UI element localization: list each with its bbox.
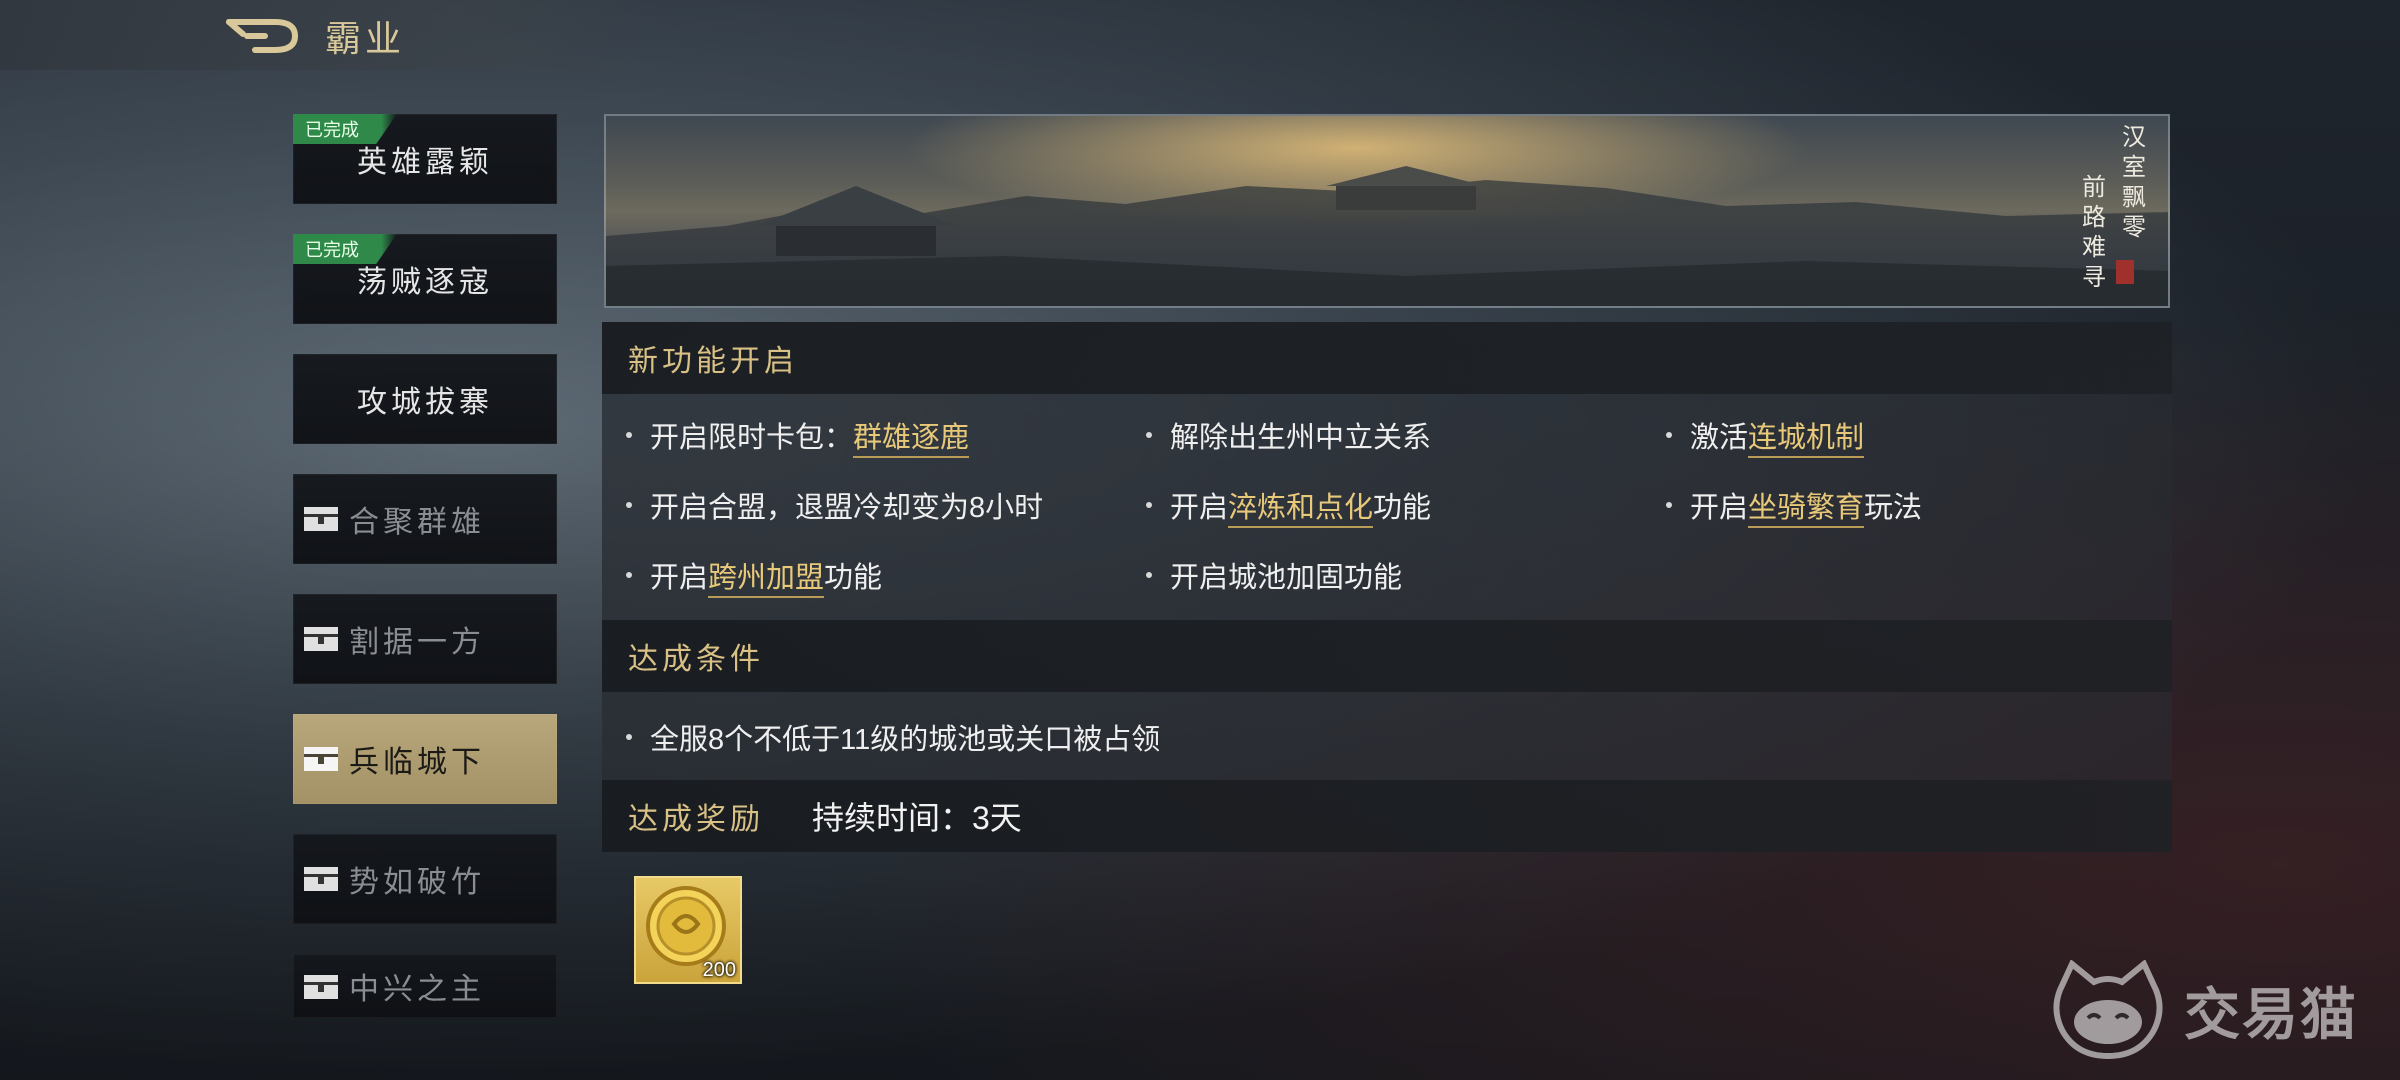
feature-item: 开启城池加固功能 bbox=[1146, 554, 1402, 596]
stage-tab-list: 已完成 英雄露颖 已完成 荡贼逐寇 攻城拔寨 合聚群雄 割据一方 兵临城下 势如… bbox=[293, 114, 557, 1048]
watermark: 交易猫 bbox=[2050, 960, 2358, 1060]
tab-label: 割据一方 bbox=[349, 625, 485, 660]
reward-count: 200 bbox=[702, 959, 736, 981]
feature-item: 开启限时卡包：群雄逐鹿 bbox=[626, 414, 970, 458]
feature-link[interactable]: 淬炼和点化 bbox=[1228, 492, 1374, 528]
features-body: 开启限时卡包：群雄逐鹿 解除出生州中立关系 激活连城机制 开启合盟，退盟冷却变为… bbox=[602, 394, 2172, 620]
feature-link[interactable]: 跨州加盟 bbox=[708, 562, 825, 598]
tab-stage-8[interactable]: 中兴之主 bbox=[293, 954, 557, 1018]
reward-duration: 持续时间：3天 bbox=[812, 800, 1022, 836]
banner-caption-right: 汉室飘零 bbox=[2122, 123, 2146, 241]
reward-item-gold[interactable]: 200 bbox=[634, 876, 742, 984]
palace-landscape-illustration bbox=[606, 116, 2168, 306]
rewards-title: 达成奖励 bbox=[628, 802, 764, 837]
feature-item: 开启跨州加盟功能 bbox=[626, 554, 882, 598]
tab-stage-5[interactable]: 割据一方 bbox=[293, 594, 557, 684]
tab-label: 攻城拔寨 bbox=[357, 385, 493, 420]
feature-item: 开启淬炼和点化功能 bbox=[1146, 484, 1431, 528]
feature-item: 解除出生州中立关系 bbox=[1146, 414, 1431, 456]
cat-logo-icon bbox=[2053, 960, 2163, 1060]
page-title: 霸业 bbox=[325, 19, 406, 60]
tab-stage-2[interactable]: 已完成 荡贼逐寇 bbox=[293, 234, 557, 324]
conditions-title: 达成条件 bbox=[628, 642, 764, 677]
feature-link[interactable]: 坐骑繁育 bbox=[1748, 492, 1865, 528]
red-seal-stamp bbox=[2116, 260, 2134, 284]
conditions-body: 全服8个不低于11级的城池或关口被占领 bbox=[602, 692, 2172, 782]
tab-label: 势如破竹 bbox=[349, 865, 485, 900]
tab-label: 中兴之主 bbox=[349, 972, 485, 1007]
top-bar: 霸业 bbox=[0, 0, 650, 70]
locked-chest-icon bbox=[304, 627, 338, 651]
tab-stage-6[interactable]: 兵临城下 bbox=[293, 714, 557, 804]
conditions-header: 达成条件 bbox=[602, 620, 2172, 692]
feature-item: 开启坐骑繁育玩法 bbox=[1666, 484, 1922, 528]
feature-item: 开启合盟，退盟冷却变为8小时 bbox=[626, 484, 1043, 526]
tab-stage-4[interactable]: 合聚群雄 bbox=[293, 474, 557, 564]
features-title: 新功能开启 bbox=[628, 344, 798, 379]
locked-chest-icon bbox=[304, 507, 338, 531]
locked-chest-icon bbox=[304, 747, 338, 771]
watermark-text: 交易猫 bbox=[2184, 982, 2358, 1048]
locked-chest-icon bbox=[304, 867, 338, 891]
back-button[interactable] bbox=[222, 12, 302, 60]
back-arrow-icon bbox=[226, 19, 299, 53]
feature-link[interactable]: 群雄逐鹿 bbox=[853, 422, 970, 458]
feature-link[interactable]: 连城机制 bbox=[1748, 422, 1865, 458]
locked-chest-icon bbox=[304, 975, 338, 999]
rewards-header: 达成奖励 持续时间：3天 bbox=[602, 780, 2172, 852]
features-header: 新功能开启 bbox=[602, 322, 2172, 394]
condition-item: 全服8个不低于11级的城池或关口被占领 bbox=[626, 716, 1160, 758]
tab-stage-7[interactable]: 势如破竹 bbox=[293, 834, 557, 924]
tab-stage-1[interactable]: 已完成 英雄露颖 bbox=[293, 114, 557, 204]
banner-caption-left: 前路难寻 bbox=[2082, 173, 2106, 291]
tab-label: 荡贼逐寇 bbox=[357, 265, 493, 300]
stage-banner-image: 汉室飘零 前路难寻 bbox=[604, 114, 2170, 308]
tab-stage-3[interactable]: 攻城拔寨 bbox=[293, 354, 557, 444]
tab-label: 英雄露颖 bbox=[357, 145, 493, 180]
tab-label: 合聚群雄 bbox=[349, 505, 485, 540]
feature-item: 激活连城机制 bbox=[1666, 414, 1865, 458]
tab-label: 兵临城下 bbox=[349, 745, 485, 780]
